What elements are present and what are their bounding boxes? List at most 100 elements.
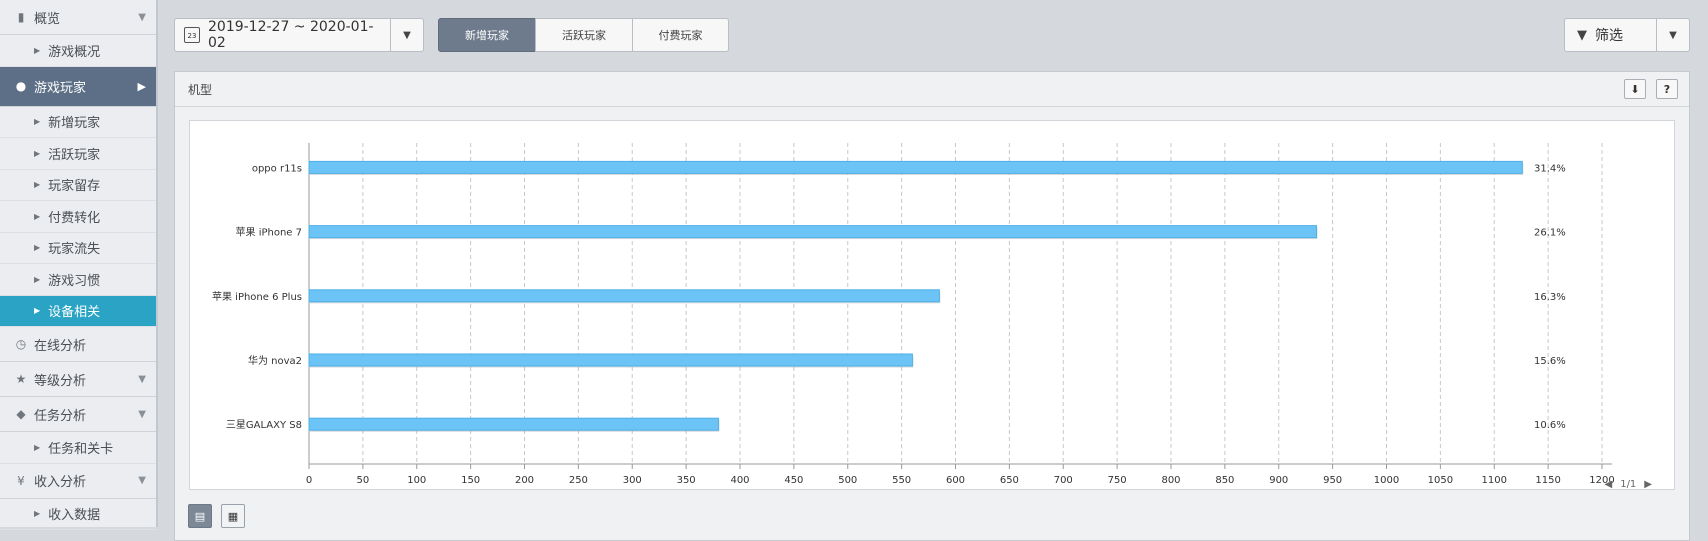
chevron-right-icon: ▶ (137, 79, 146, 93)
filter-label: 筛选 (1595, 28, 1623, 44)
sidebar-item-label: 玩家流失 (48, 242, 101, 258)
x-tick-label: 50 (357, 475, 370, 486)
help-button[interactable]: ? (1656, 79, 1678, 99)
sidebar-item-retention[interactable]: ▶ 玩家留存 (0, 170, 156, 201)
percent-label: 26.1% (1534, 228, 1566, 239)
category-label: 三星GALAXY S8 (226, 419, 302, 431)
tab-active-players[interactable]: 活跃玩家 (535, 18, 633, 52)
triangle-right-icon: ▶ (34, 45, 41, 55)
sidebar-item-label: 玩家留存 (48, 179, 101, 195)
triangle-right-icon: ▶ (34, 148, 41, 158)
chevron-down-icon[interactable]: ▼ (1656, 19, 1689, 51)
x-tick-label: 1050 (1428, 475, 1453, 486)
sidebar-item-active-players[interactable]: ▶ 活跃玩家 (0, 138, 156, 170)
tab-new-players[interactable]: 新增玩家 (438, 18, 536, 52)
category-label: oppo r11s (252, 163, 302, 174)
triangle-right-icon: ▶ (34, 117, 41, 127)
sidebar-item-new-players[interactable]: ▶ 新增玩家 (0, 107, 156, 138)
category-label: 苹果 iPhone 6 Plus (212, 290, 302, 303)
date-range-picker[interactable]: 23 2019-12-27 ~ 2020-01-02 ▼ (174, 18, 424, 52)
chevron-down-icon: ▼ (138, 373, 146, 385)
x-tick-label: 1000 (1374, 475, 1399, 486)
bar-chart: 0 50 100 150 200 250 300 350 400 450 500 550 600 650 7… (189, 120, 1675, 490)
sidebar-section-label: 任务分析 (34, 408, 87, 424)
sidebar-item-game-overview[interactable]: ▶ 游戏概况 (0, 35, 156, 67)
x-tick-label: 950 (1323, 475, 1342, 486)
bar (308, 225, 1317, 239)
table-view-button[interactable]: ▦ (221, 504, 245, 528)
triangle-right-icon: ▶ (34, 211, 41, 221)
bar-chart-icon: ▤ (194, 509, 206, 523)
x-tick-label: 150 (461, 475, 480, 486)
chart-svg: 0 50 100 150 200 250 300 350 400 450 500 550 600 650 7… (212, 143, 1615, 486)
percent-label: 31.4% (1534, 163, 1566, 174)
sidebar-item-tasks-levels[interactable]: ▶ 任务和关卡 (0, 432, 156, 464)
star-icon: ★ (15, 372, 27, 386)
sidebar-section-revenue[interactable]: ¥ 收入分析 ▼ (0, 464, 156, 499)
sidebar-section-overview[interactable]: ▮ 概览 ▼ (0, 0, 156, 35)
x-tick-label: 250 (569, 475, 588, 486)
device-model-panel: 机型 ⬇ ? 0 50 100 150 200 250 300 350 400 450 500 550… (174, 71, 1690, 541)
sidebar-section-task[interactable]: ◆ 任务分析 ▼ (0, 397, 156, 432)
yen-icon: ¥ (17, 473, 25, 488)
x-tick-label: 850 (1215, 475, 1234, 486)
triangle-right-icon: ▶ (34, 243, 41, 253)
sidebar-section-players[interactable]: ● 游戏玩家 ▶ (0, 66, 156, 107)
category-label: 华为 nova2 (248, 354, 302, 367)
clock-icon: ◷ (15, 337, 27, 351)
x-tick-label: 200 (515, 475, 534, 486)
x-tick-label: 650 (1000, 475, 1019, 486)
sidebar-item-churn[interactable]: ▶ 玩家流失 (0, 233, 156, 264)
x-tick-label: 700 (1054, 475, 1073, 486)
chevron-down-icon: ▼ (138, 475, 146, 486)
x-tick-label: 350 (677, 475, 696, 486)
sidebar-section-label: 概览 (34, 11, 61, 27)
pager: ◀ 1/1 ▶ (1601, 479, 1657, 490)
sidebar-section-label: 在线分析 (34, 338, 87, 354)
sidebar-section-online[interactable]: ◷ 在线分析 (0, 327, 156, 362)
sidebar-section-level[interactable]: ★ 等级分析 ▼ (0, 362, 156, 397)
x-tick-label: 450 (784, 475, 803, 486)
bar (308, 353, 913, 367)
download-button[interactable]: ⬇ (1624, 79, 1646, 99)
table-icon: ▦ (227, 509, 239, 523)
bar (308, 289, 940, 303)
category-label: 苹果 iPhone 7 (236, 226, 302, 239)
sidebar-item-payment-conversion[interactable]: ▶ 付费转化 (0, 201, 156, 233)
filter-icon: ▼ (1577, 27, 1587, 43)
sidebar-item-label: 游戏习惯 (48, 273, 101, 289)
sidebar: ▮ 概览 ▼ ▶ 游戏概况 ● 游戏玩家 ▶ ▶ 新增玩家 ▶ 活跃玩家 ▶ 玩… (0, 0, 158, 530)
sidebar-item-label: 新增玩家 (48, 116, 101, 132)
triangle-right-icon: ▶ (34, 180, 41, 190)
x-tick-label: 750 (1108, 475, 1127, 486)
sidebar-item-game-habits[interactable]: ▶ 游戏习惯 (0, 264, 156, 296)
triangle-right-icon: ▶ (34, 509, 41, 519)
triangle-right-icon: ▶ (34, 442, 41, 452)
x-tick-label: 550 (892, 475, 911, 486)
sidebar-section-label: 等级分析 (34, 373, 87, 389)
x-tick-label: 400 (730, 475, 749, 486)
triangle-right-icon: ▶ (34, 306, 41, 316)
x-tick-label: 600 (946, 475, 965, 486)
prev-page-icon[interactable]: ◀ (1605, 479, 1613, 490)
chevron-down-icon: ▼ (138, 408, 146, 420)
download-icon: ⬇ (1630, 82, 1640, 96)
sidebar-item-label: 任务和关卡 (48, 441, 114, 457)
percent-label: 15.6% (1534, 356, 1566, 367)
x-tick-label: 1150 (1535, 475, 1560, 486)
tab-paying-players[interactable]: 付费玩家 (632, 18, 729, 52)
gamepad-icon: ◆ (16, 407, 26, 421)
filter-button[interactable]: ▼ 筛选 ▼ (1564, 18, 1690, 52)
sidebar-item-label: 设备相关 (48, 305, 101, 321)
x-tick-label: 1100 (1482, 475, 1507, 486)
bar-chart-view-button[interactable]: ▤ (188, 504, 212, 528)
chevron-down-icon[interactable]: ▼ (390, 19, 423, 51)
percent-label: 10.6% (1534, 420, 1566, 431)
sidebar-item-label: 付费转化 (48, 210, 101, 226)
sidebar-section-label: 游戏玩家 (34, 80, 87, 96)
sidebar-item-devices[interactable]: ▶ 设备相关 (0, 295, 156, 327)
bar (308, 417, 719, 431)
sidebar-item-revenue-data[interactable]: ▶ 收入数据 (0, 499, 156, 530)
next-page-icon[interactable]: ▶ (1644, 479, 1652, 490)
percent-label: 16.3% (1534, 292, 1566, 303)
